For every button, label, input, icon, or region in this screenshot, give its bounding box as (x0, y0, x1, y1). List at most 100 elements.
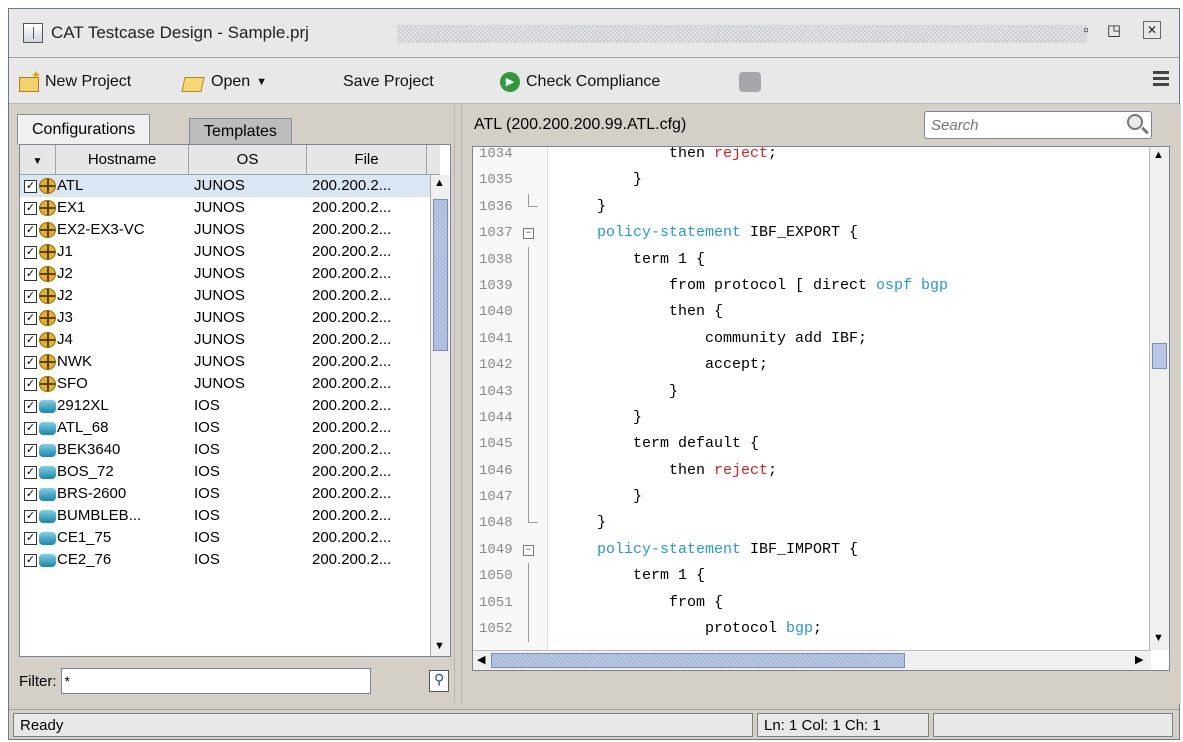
search-icon[interactable] (1127, 114, 1143, 130)
row-checkbox[interactable]: ✓ (24, 268, 37, 281)
row-checkbox[interactable]: ✓ (24, 356, 37, 369)
line-number: 1043 (479, 383, 513, 400)
cell-file: 200.200.2... (312, 309, 392, 326)
cell-file: 200.200.2... (312, 177, 392, 194)
fold-toggle-icon[interactable]: − (523, 228, 534, 240)
filter-input[interactable] (60, 668, 371, 694)
row-checkbox[interactable]: ✓ (24, 532, 37, 545)
table-row[interactable]: ✓ EX1 JUNOS 200.200.2... (20, 197, 430, 219)
select-all-column[interactable]: ▼ (20, 145, 56, 175)
search-box[interactable] (924, 111, 1152, 139)
row-checkbox[interactable]: ✓ (24, 246, 37, 259)
row-checkbox[interactable]: ✓ (24, 180, 37, 193)
table-row[interactable]: ✓ NWK JUNOS 200.200.2... (20, 351, 430, 373)
code-line: 1051 from { (473, 589, 1151, 617)
maximize-icon[interactable]: ◳ (1103, 21, 1125, 43)
editor-vertical-scrollbar[interactable]: ▲ ▼ (1149, 147, 1169, 650)
row-checkbox[interactable]: ✓ (24, 334, 37, 347)
row-checkbox[interactable]: ✓ (24, 422, 37, 435)
cell-hostname: J3 (57, 309, 73, 326)
row-checkbox[interactable]: ✓ (24, 224, 37, 237)
line-number: 1048 (479, 515, 513, 532)
column-file[interactable]: File (307, 145, 427, 175)
filter-bar: Filter: (19, 664, 451, 698)
editor-horizontal-scrollbar[interactable]: ◀ ▶ (473, 650, 1151, 670)
filter-search-icon[interactable] (429, 670, 449, 692)
code-line: 1040 then { (473, 299, 1151, 326)
code-line: 1048} (473, 510, 1151, 536)
close-icon[interactable]: ✕ (1143, 21, 1161, 39)
editor-scroll-down-icon[interactable]: ▼ (1153, 632, 1164, 644)
row-checkbox[interactable]: ✓ (24, 510, 37, 523)
cell-os: IOS (194, 551, 220, 568)
table-row[interactable]: ✓ EX2-EX3-VC JUNOS 200.200.2... (20, 219, 430, 241)
search-input[interactable] (931, 113, 1111, 137)
tab-configurations[interactable]: Configurations (17, 114, 151, 145)
tab-templates[interactable]: Templates (189, 118, 292, 144)
table-row[interactable]: ✓ CE1_75 IOS 200.200.2... (20, 527, 430, 549)
check-compliance-button[interactable]: ▶ Check Compliance (500, 70, 660, 94)
code-text: } (561, 194, 606, 220)
line-number: 1038 (479, 251, 513, 268)
panel-splitter[interactable] (454, 104, 462, 704)
disabled-tool-button[interactable] (739, 70, 761, 94)
overflow-menu-icon[interactable] (1153, 71, 1169, 87)
cell-os: JUNOS (194, 221, 245, 238)
row-checkbox[interactable]: ✓ (24, 290, 37, 303)
editor-scroll-right-icon[interactable]: ▶ (1135, 653, 1143, 666)
table-row[interactable]: ✓ BRS-2600 IOS 200.200.2... (20, 483, 430, 505)
new-project-button[interactable]: New Project (19, 68, 131, 94)
cell-hostname: BRS-2600 (57, 485, 127, 502)
code-token: then { (669, 303, 724, 321)
row-checkbox[interactable]: ✓ (24, 400, 37, 413)
table-row[interactable]: ✓ J3 JUNOS 200.200.2... (20, 307, 430, 329)
column-hostname[interactable]: Hostname (56, 145, 189, 175)
row-checkbox[interactable]: ✓ (24, 312, 37, 325)
code-text: policy-statement IBF_EXPORT { (561, 220, 858, 246)
table-row[interactable]: ✓ 2912XL IOS 200.200.2... (20, 395, 430, 417)
editor-vscroll-thumb[interactable] (1152, 343, 1167, 369)
editor-scroll-up-icon[interactable]: ▲ (1153, 149, 1164, 161)
table-row[interactable]: ✓ SFO JUNOS 200.200.2... (20, 373, 430, 395)
fold-guide (528, 378, 529, 405)
fold-guide (528, 616, 529, 643)
table-row[interactable]: ✓ J2 JUNOS 200.200.2... (20, 263, 430, 285)
minimize-icon[interactable]: ▫ (1075, 21, 1097, 43)
column-os[interactable]: OS (189, 145, 307, 175)
table-row[interactable]: ✓ CE2_76 IOS 200.200.2... (20, 549, 430, 571)
scroll-up-icon[interactable]: ▲ (434, 177, 445, 189)
title-bar[interactable]: CAT Testcase Design - Sample.prj ▫ ◳ ✕ (9, 9, 1179, 58)
code-editor[interactable]: 1034 then reject; 1035} 1036} 1037− policy-st… (472, 146, 1170, 671)
cell-os: IOS (194, 397, 220, 414)
table-row[interactable]: ✓ ATL_68 IOS 200.200.2... (20, 417, 430, 439)
row-checkbox[interactable]: ✓ (24, 466, 37, 479)
table-row[interactable]: ✓ BUMBLEB... IOS 200.200.2... (20, 505, 430, 527)
code-text: } (561, 510, 606, 536)
table-row[interactable]: ✓ ATL JUNOS 200.200.2... (20, 175, 430, 197)
table-scroll-thumb[interactable] (433, 199, 448, 351)
window-icon (23, 23, 43, 43)
table-row[interactable]: ✓ BOS_72 IOS 200.200.2... (20, 461, 430, 483)
row-checkbox[interactable]: ✓ (24, 488, 37, 501)
fold-toggle-icon[interactable]: − (523, 544, 534, 556)
cell-hostname: CE2_76 (57, 551, 112, 568)
line-number: 1037 (479, 225, 513, 242)
code-text: } (561, 379, 678, 405)
open-button[interactable]: Open ▼ (183, 70, 267, 94)
row-checkbox[interactable]: ✓ (24, 554, 37, 567)
editor-hscroll-thumb[interactable] (491, 653, 905, 668)
code-text: } (561, 167, 642, 193)
table-scrollbar[interactable]: ▲ ▼ (430, 175, 450, 656)
table-row[interactable]: ✓ J2 JUNOS 200.200.2... (20, 285, 430, 307)
table-row[interactable]: ✓ J1 JUNOS 200.200.2... (20, 241, 430, 263)
table-row[interactable]: ✓ BEK3640 IOS 200.200.2... (20, 439, 430, 461)
row-checkbox[interactable]: ✓ (24, 378, 37, 391)
row-checkbox[interactable]: ✓ (24, 202, 37, 215)
editor-scroll-left-icon[interactable]: ◀ (477, 653, 485, 666)
save-project-button[interactable]: Save Project (343, 70, 434, 94)
fold-guide (528, 352, 529, 379)
cell-hostname: NWK (57, 353, 92, 370)
table-row[interactable]: ✓ J4 JUNOS 200.200.2... (20, 329, 430, 351)
scroll-down-icon[interactable]: ▼ (434, 640, 445, 652)
row-checkbox[interactable]: ✓ (24, 444, 37, 457)
